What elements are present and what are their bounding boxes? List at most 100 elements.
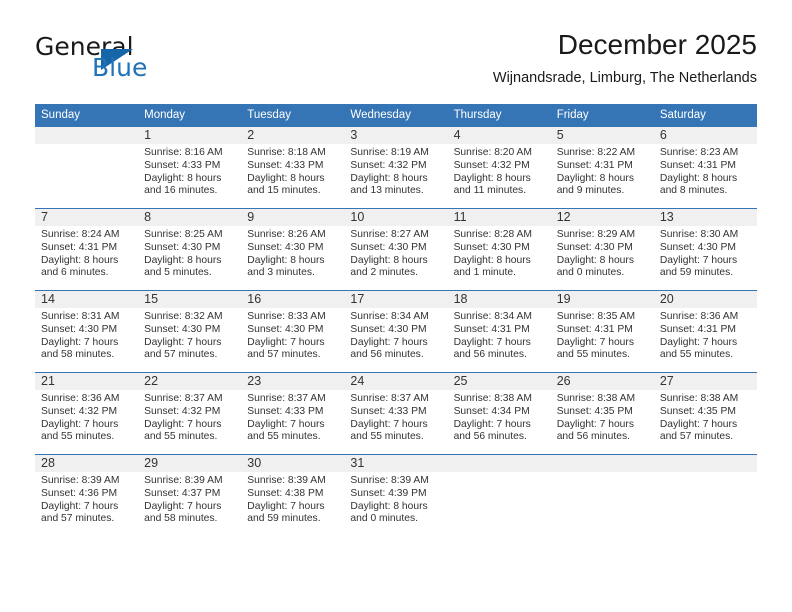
calendar-day-cell[interactable]: 14 Sunrise: 8:31 AM Sunset: 4:30 PM Dayligh…: [35, 290, 139, 373]
day-number: [653, 455, 757, 472]
day-sun-info: Sunrise: 8:37 AM Sunset: 4:33 PM Daylight:…: [241, 390, 344, 444]
sunset-text: Sunset: 4:32 PM: [144, 405, 221, 417]
calendar-day-cell[interactable]: 19 Sunrise: 8:35 AM Sunset: 4:31 PM Dayligh…: [550, 290, 654, 373]
calendar-day-cell[interactable]: 24 Sunrise: 8:37 AM Sunset: 4:33 PM Dayligh…: [344, 372, 448, 455]
daylight-text-line1: Daylight: 7 hours: [247, 500, 325, 512]
daylight-text-line1: Daylight: 7 hours: [659, 254, 738, 266]
daylight-text-line2: and 58 minutes.: [144, 513, 218, 525]
calendar-day-cell[interactable]: 5 Sunrise: 8:22 AM Sunset: 4:31 PM Daylight…: [550, 127, 654, 209]
calendar-day-cell[interactable]: 1 Sunrise: 8:16 AM Sunset: 4:33 PM Daylight…: [138, 127, 242, 209]
calendar-day-cell[interactable]: 3 Sunrise: 8:19 AM Sunset: 4:32 PM Daylight…: [344, 127, 448, 209]
calendar-day-cell[interactable]: 15 Sunrise: 8:32 AM Sunset: 4:30 PM Dayligh…: [138, 290, 242, 373]
sunrise-text: Sunrise: 8:36 AM: [41, 393, 120, 404]
daylight-text-line1: Daylight: 8 hours: [350, 500, 428, 512]
sunrise-text: Sunrise: 8:29 AM: [556, 229, 636, 240]
calendar-day-cell[interactable]: 28 Sunrise: 8:39 AM Sunset: 4:36 PM Dayligh…: [35, 454, 139, 536]
calendar-day-cell[interactable]: 4 Sunrise: 8:20 AM Sunset: 4:32 PM Daylight…: [447, 127, 551, 209]
calendar-day-cell[interactable]: 26 Sunrise: 8:38 AM Sunset: 4:35 PM Dayligh…: [550, 372, 654, 455]
daylight-text-line2: and 56 minutes.: [350, 349, 424, 361]
day-sun-info: Sunrise: 8:30 AM Sunset: 4:30 PM Daylight:…: [654, 226, 757, 280]
day-number: 17: [344, 291, 448, 308]
day-sun-info: Sunrise: 8:39 AM Sunset: 4:36 PM Daylight:…: [35, 472, 138, 526]
sunrise-text: Sunrise: 8:38 AM: [556, 393, 636, 404]
daylight-text-line1: Daylight: 7 hours: [41, 336, 119, 348]
daylight-text-line2: and 57 minutes.: [41, 513, 115, 525]
calendar-day-cell[interactable]: 21 Sunrise: 8:36 AM Sunset: 4:32 PM Dayligh…: [35, 372, 139, 455]
day-sun-info: Sunrise: 8:36 AM Sunset: 4:32 PM Daylight:…: [35, 390, 138, 444]
calendar-day-cell[interactable]: 22 Sunrise: 8:37 AM Sunset: 4:32 PM Dayligh…: [138, 372, 242, 455]
daylight-text-line2: and 11 minutes.: [453, 185, 527, 197]
calendar-day-cell[interactable]: 12 Sunrise: 8:29 AM Sunset: 4:30 PM Dayligh…: [550, 208, 654, 291]
day-sun-info: Sunrise: 8:36 AM Sunset: 4:31 PM Daylight:…: [654, 308, 757, 362]
calendar-day-cell[interactable]: 30 Sunrise: 8:39 AM Sunset: 4:38 PM Dayligh…: [241, 454, 345, 536]
calendar-day-cell[interactable]: 23 Sunrise: 8:37 AM Sunset: 4:33 PM Dayligh…: [241, 372, 345, 455]
calendar-day-cell[interactable]: 11 Sunrise: 8:28 AM Sunset: 4:30 PM Dayligh…: [447, 208, 551, 291]
daylight-text-line2: and 16 minutes.: [144, 185, 218, 197]
sunset-text: Sunset: 4:30 PM: [350, 323, 427, 335]
brand-logo[interactable]: General Blue: [35, 34, 245, 90]
page-header: General Blue December 2025 Wijnandsrade,…: [35, 28, 757, 98]
calendar-day-cell[interactable]: 2 Sunrise: 8:18 AM Sunset: 4:33 PM Daylight…: [241, 127, 345, 209]
daylight-text-line1: Daylight: 8 hours: [247, 172, 325, 184]
daylight-text-line2: and 0 minutes.: [350, 513, 418, 525]
sunset-text: Sunset: 4:31 PM: [556, 323, 633, 335]
daylight-text-line1: Daylight: 8 hours: [453, 254, 531, 266]
calendar-day-cell[interactable]: 8 Sunrise: 8:25 AM Sunset: 4:30 PM Daylight…: [138, 208, 242, 291]
daylight-text-line1: Daylight: 7 hours: [247, 336, 325, 348]
sunset-text: Sunset: 4:30 PM: [144, 323, 221, 335]
day-sun-info: Sunrise: 8:31 AM Sunset: 4:30 PM Daylight:…: [35, 308, 138, 362]
day-number: 12: [550, 209, 654, 226]
calendar-day-cell[interactable]: 16 Sunrise: 8:33 AM Sunset: 4:30 PM Dayligh…: [241, 290, 345, 373]
calendar-day-cell[interactable]: 20 Sunrise: 8:36 AM Sunset: 4:31 PM Dayligh…: [653, 290, 757, 373]
day-sun-info: Sunrise: 8:19 AM Sunset: 4:32 PM Daylight:…: [344, 144, 447, 198]
calendar-day-cell[interactable]: 31 Sunrise: 8:39 AM Sunset: 4:39 PM Dayligh…: [344, 454, 448, 536]
daylight-text-line1: Daylight: 7 hours: [41, 418, 119, 430]
title-block: December 2025 Wijnandsrade, Limburg, The…: [493, 28, 757, 87]
daylight-text-line1: Daylight: 7 hours: [144, 418, 222, 430]
daylight-text-line2: and 57 minutes.: [144, 349, 218, 361]
day-sun-info: Sunrise: 8:39 AM Sunset: 4:38 PM Daylight:…: [241, 472, 344, 526]
calendar-day-cell[interactable]: 18 Sunrise: 8:34 AM Sunset: 4:31 PM Dayligh…: [447, 290, 551, 373]
day-number: 25: [447, 373, 551, 390]
calendar-day-cell[interactable]: 6 Sunrise: 8:23 AM Sunset: 4:31 PM Daylight…: [653, 127, 757, 209]
sunset-text: Sunset: 4:30 PM: [453, 241, 530, 253]
daylight-text-line1: Daylight: 7 hours: [41, 500, 119, 512]
brand-name-blue: Blue: [92, 53, 148, 82]
day-sun-info: Sunrise: 8:29 AM Sunset: 4:30 PM Daylight:…: [551, 226, 654, 280]
daylight-text-line1: Daylight: 8 hours: [659, 172, 738, 184]
sunset-text: Sunset: 4:33 PM: [247, 405, 324, 417]
calendar-week-row: 1 Sunrise: 8:16 AM Sunset: 4:33 PM Daylight…: [35, 127, 757, 209]
day-number: [35, 127, 139, 144]
daylight-text-line2: and 6 minutes.: [41, 267, 109, 279]
sunrise-text: Sunrise: 8:37 AM: [144, 393, 223, 404]
day-number: 23: [241, 373, 345, 390]
day-number: 30: [241, 455, 345, 472]
weekday-header-wednesday: Wednesday: [344, 104, 448, 127]
sunset-text: Sunset: 4:30 PM: [659, 241, 736, 253]
day-sun-info: Sunrise: 8:32 AM Sunset: 4:30 PM Daylight:…: [138, 308, 241, 362]
calendar-table: Sunday Monday Tuesday Wednesday Thursday Frid…: [35, 104, 757, 536]
calendar-day-cell[interactable]: 13 Sunrise: 8:30 AM Sunset: 4:30 PM Dayligh…: [653, 208, 757, 291]
calendar-day-cell[interactable]: 29 Sunrise: 8:39 AM Sunset: 4:37 PM Dayligh…: [138, 454, 242, 536]
daylight-text-line2: and 56 minutes.: [453, 349, 527, 361]
sunset-text: Sunset: 4:33 PM: [350, 405, 427, 417]
day-sun-info: Sunrise: 8:38 AM Sunset: 4:35 PM Daylight:…: [551, 390, 654, 444]
calendar-day-cell[interactable]: 9 Sunrise: 8:26 AM Sunset: 4:30 PM Daylight…: [241, 208, 345, 291]
weekday-header-thursday: Thursday: [447, 104, 551, 127]
daylight-text-line1: Daylight: 8 hours: [556, 172, 634, 184]
sunset-text: Sunset: 4:32 PM: [350, 159, 427, 171]
daylight-text-line1: Daylight: 7 hours: [144, 500, 222, 512]
daylight-text-line1: Daylight: 7 hours: [556, 336, 634, 348]
daylight-text-line2: and 3 minutes.: [247, 267, 315, 279]
sunrise-text: Sunrise: 8:37 AM: [247, 393, 326, 404]
daylight-text-line1: Daylight: 7 hours: [350, 418, 428, 430]
calendar-day-cell[interactable]: 17 Sunrise: 8:34 AM Sunset: 4:30 PM Dayligh…: [344, 290, 448, 373]
calendar-day-cell[interactable]: 25 Sunrise: 8:38 AM Sunset: 4:34 PM Dayligh…: [447, 372, 551, 455]
calendar-day-cell[interactable]: 27 Sunrise: 8:38 AM Sunset: 4:35 PM Dayligh…: [653, 372, 757, 455]
calendar-day-cell[interactable]: 7 Sunrise: 8:24 AM Sunset: 4:31 PM Daylight…: [35, 208, 139, 291]
sunset-text: Sunset: 4:30 PM: [247, 323, 324, 335]
sunrise-text: Sunrise: 8:31 AM: [41, 311, 120, 322]
day-sun-info: Sunrise: 8:27 AM Sunset: 4:30 PM Daylight:…: [344, 226, 447, 280]
calendar-day-cell[interactable]: 10 Sunrise: 8:27 AM Sunset: 4:30 PM Dayligh…: [344, 208, 448, 291]
day-number: 29: [138, 455, 242, 472]
